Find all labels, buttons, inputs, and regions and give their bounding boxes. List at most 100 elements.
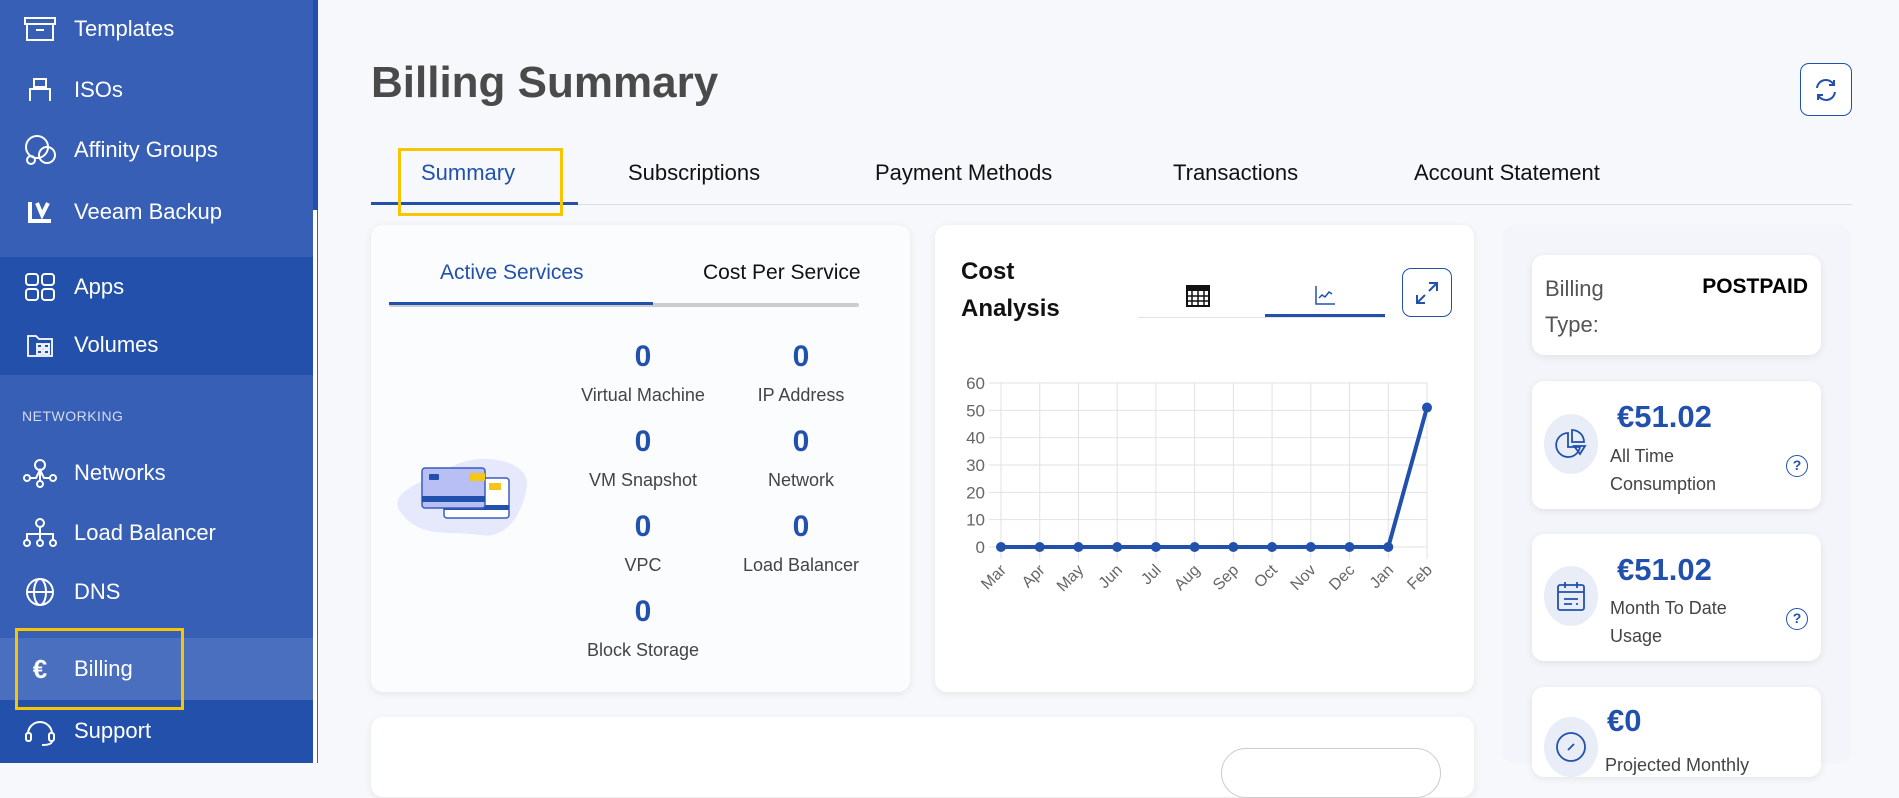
archive-icon xyxy=(22,14,58,44)
data-point xyxy=(1228,542,1239,552)
billing-type-value: POSTPAID xyxy=(1702,275,1808,298)
sidebar-item-label: Templates xyxy=(74,16,175,41)
sidebar-item-isos[interactable]: ISOs xyxy=(0,65,313,115)
x-tick-label: Jun xyxy=(1096,562,1126,592)
globe-icon xyxy=(22,577,58,607)
y-tick-label: 0 xyxy=(976,538,985,557)
sidebar-item-affinity-groups[interactable]: Affinity Groups xyxy=(0,125,313,175)
sidebar-item-label: DNS xyxy=(74,579,121,604)
sidebar-item-templates[interactable]: Templates xyxy=(0,4,313,54)
bottom-card-button[interactable] xyxy=(1221,748,1441,798)
active-services-indicator xyxy=(389,302,653,305)
series-line xyxy=(1001,407,1429,549)
amount-label: Month To Date Usage xyxy=(1610,598,1727,646)
data-point xyxy=(996,542,1006,552)
summary-column: Billing Type: POSTPAID €51.02 All Time C… xyxy=(1502,225,1851,777)
y-tick-label: 30 xyxy=(966,456,985,475)
x-tick-label: Oct xyxy=(1251,561,1281,591)
x-tick-label: Aug xyxy=(1171,562,1203,594)
sidebar-item-label: Load Balancer xyxy=(74,520,216,545)
month-to-date-card: €51.02 Month To Date Usage ? xyxy=(1532,534,1821,661)
service-label: IP Address xyxy=(757,385,845,405)
calendar-icon xyxy=(1544,566,1598,626)
tab-active-services[interactable]: Active Services xyxy=(440,261,584,285)
y-tick-label: 50 xyxy=(966,401,985,420)
sidebar-rail xyxy=(313,0,318,210)
y-tick-label: 10 xyxy=(966,511,985,530)
service-count: 0 xyxy=(792,425,810,458)
tab-payment-methods[interactable]: Payment Methods xyxy=(875,160,1052,186)
tab-transactions[interactable]: Transactions xyxy=(1173,160,1298,186)
data-point xyxy=(1267,542,1278,552)
cost-analysis-card: Cost Analysis 0 10 20 30 40 50 60 Mar Apr May Jun J… xyxy=(935,225,1474,692)
sidebar-item-networks[interactable]: Networks xyxy=(0,448,313,498)
page-title: Billing Summary xyxy=(371,58,719,107)
network-icon xyxy=(22,458,58,488)
x-tick-label: Feb xyxy=(1404,562,1436,594)
highlight-summary xyxy=(398,148,563,216)
sidebar-item-volumes[interactable]: Volumes xyxy=(0,320,313,370)
sidebar-item-label: Networks xyxy=(74,460,166,485)
gauge-icon xyxy=(1544,717,1598,777)
amount-label: All Time Consumption xyxy=(1610,446,1717,494)
y-tick-label: 40 xyxy=(966,429,985,448)
cost-line-chart: 0 10 20 30 40 50 60 Mar Apr May Jun Jul Aug Sep Oct Nov… xyxy=(966,374,1436,595)
sidebar-item-dns[interactable]: DNS xyxy=(0,567,313,617)
x-tick-label: May xyxy=(1054,562,1087,595)
data-point xyxy=(1305,542,1316,552)
tab-account-statement[interactable]: Account Statement xyxy=(1414,160,1600,186)
sidebar-item-label: Support xyxy=(74,718,152,743)
service-label: Network xyxy=(767,470,834,490)
sidebar-item-label: Affinity Groups xyxy=(74,137,218,162)
apps-grid-icon xyxy=(22,272,58,302)
service-count: 0 xyxy=(634,595,652,628)
amount: €0 xyxy=(1607,703,1642,738)
help-icon[interactable]: ? xyxy=(1786,608,1808,630)
x-tick-label: Apr xyxy=(1019,561,1049,591)
sitemap-icon xyxy=(22,518,58,548)
x-tick-label: Dec xyxy=(1326,562,1358,594)
sidebar-scrollbar[interactable] xyxy=(313,210,317,763)
billing-type-card: Billing Type: POSTPAID xyxy=(1532,255,1821,355)
usb-icon xyxy=(22,75,58,105)
service-label: Load Balancer xyxy=(742,555,860,575)
sidebar-item-label: Apps xyxy=(74,274,125,299)
label-line: Type: xyxy=(1545,312,1599,337)
label-line: Billing xyxy=(1545,276,1604,301)
data-point xyxy=(1073,542,1084,552)
service-count: 0 xyxy=(792,510,810,543)
data-point xyxy=(1344,542,1355,552)
x-tick-label: Nov xyxy=(1288,562,1320,594)
data-point xyxy=(1150,542,1161,552)
data-point xyxy=(1422,402,1432,413)
folder-grid-icon xyxy=(22,330,58,360)
data-point xyxy=(1383,542,1394,552)
amount-label: Projected Monthly xyxy=(1605,755,1750,775)
x-tick-label: Jan xyxy=(1367,562,1397,592)
sidebar-item-veeam-backup[interactable]: Veeam Backup xyxy=(0,187,313,237)
y-tick-label: 20 xyxy=(966,483,985,502)
sidebar-item-label: Veeam Backup xyxy=(74,199,222,224)
data-point xyxy=(1189,542,1200,552)
bottom-card xyxy=(371,717,1474,798)
sidebar-item-support[interactable]: Support xyxy=(0,706,313,756)
data-point xyxy=(1112,542,1123,552)
sidebar-item-load-balancer[interactable]: Load Balancer xyxy=(0,508,313,558)
data-point xyxy=(1034,542,1045,552)
x-tick-label: Mar xyxy=(978,561,1010,593)
refresh-button[interactable] xyxy=(1800,63,1852,116)
tab-cost-per-service[interactable]: Cost Per Service xyxy=(703,261,861,285)
refresh-icon xyxy=(1816,78,1836,101)
help-icon[interactable]: ? xyxy=(1786,455,1808,477)
tab-subscriptions[interactable]: Subscriptions xyxy=(628,160,760,186)
projected-monthly-card: €0 Projected Monthly xyxy=(1532,687,1821,777)
affinity-icon xyxy=(22,135,58,165)
service-count: 0 xyxy=(792,340,810,373)
sidebar-item-label: Volumes xyxy=(74,332,159,357)
sidebar-item-apps[interactable]: Apps xyxy=(0,262,313,312)
pie-chart-icon xyxy=(1544,414,1598,474)
x-tick-label: Jul xyxy=(1138,562,1164,588)
services-card: Active Services Cost Per Service 0 Virtu… xyxy=(371,225,910,692)
headset-icon xyxy=(22,716,58,746)
service-label: Block Storage xyxy=(586,640,700,660)
